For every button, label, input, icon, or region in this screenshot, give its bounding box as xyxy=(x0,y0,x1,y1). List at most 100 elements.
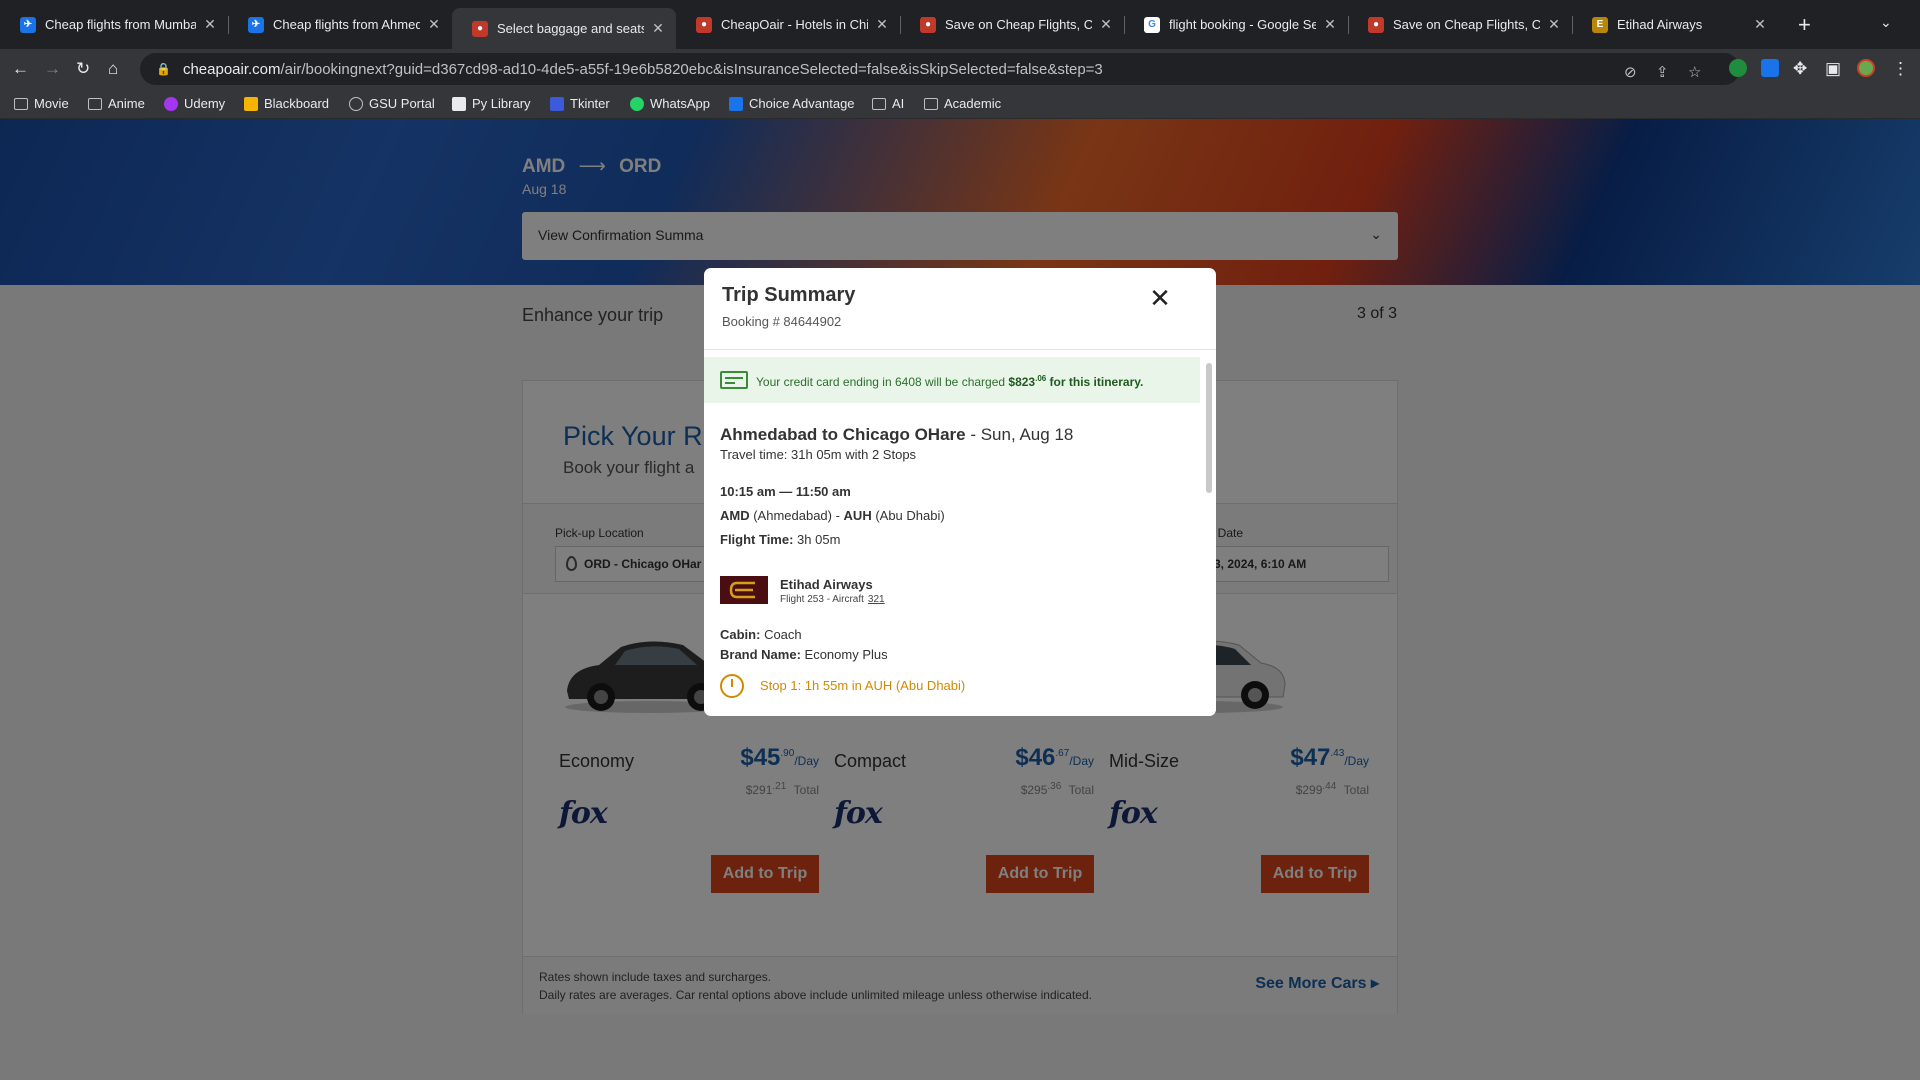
bookmark-label: GSU Portal xyxy=(369,96,435,111)
home-icon[interactable]: ⌂ xyxy=(108,59,118,79)
folder-icon xyxy=(872,97,886,110)
brand-label: Brand Name: xyxy=(720,647,801,662)
bookmark-ai[interactable]: AI xyxy=(872,96,904,111)
charge-cents: .06 xyxy=(1035,374,1047,383)
extension-icon[interactable] xyxy=(1761,59,1779,77)
choice-icon xyxy=(729,96,743,111)
flight-airports: AMD (Ahmedabad) - AUH (Abu Dhabi) xyxy=(720,508,945,523)
share-icon[interactable]: ⇪ xyxy=(1656,63,1669,81)
charge-amount: $823 xyxy=(1008,375,1036,389)
new-tab-button[interactable]: + xyxy=(1798,12,1811,38)
modal-body: Your credit card ending in 6408 will be … xyxy=(704,351,1200,716)
airline-name: Etihad Airways xyxy=(780,577,873,592)
sidepanel-icon[interactable]: ▣ xyxy=(1825,59,1841,79)
close-icon[interactable]: ✕ xyxy=(1322,16,1338,33)
eye-off-icon[interactable]: ⊘ xyxy=(1624,63,1637,81)
brand-name: Brand Name: Economy Plus xyxy=(720,647,888,662)
flight-info: Flight 253 - Aircraft 321 xyxy=(780,594,885,605)
menu-icon[interactable]: ⋮ xyxy=(1892,59,1909,79)
bookmarks-bar: Movie Anime Udemy Blackboard GSU Portal … xyxy=(0,89,1920,119)
bookmark-tkinter[interactable]: Tkinter xyxy=(550,96,610,111)
segment-title: Ahmedabad to Chicago OHare - Sun, Aug 18 xyxy=(720,425,1073,445)
google-icon: G xyxy=(1144,16,1160,33)
close-icon[interactable]: ✕ xyxy=(1752,16,1768,33)
flight-time: Flight Time: 3h 05m xyxy=(720,532,840,547)
flight-time-label: Flight Time: xyxy=(720,532,794,547)
cheapoair-icon: ● xyxy=(696,16,712,33)
tab-title: Cheap flights from Ahmeda xyxy=(273,17,420,32)
modal-header: Trip Summary Booking # 84644902 ✕ xyxy=(704,268,1216,350)
back-icon[interactable]: ← xyxy=(12,59,29,79)
close-icon[interactable]: ✕ xyxy=(1144,282,1176,314)
bookmark-udemy[interactable]: Udemy xyxy=(164,96,225,111)
close-icon[interactable]: ✕ xyxy=(650,20,666,37)
aircraft-link[interactable]: 321 xyxy=(868,594,885,605)
whatsapp-icon xyxy=(630,96,644,111)
bookmark-label: Anime xyxy=(108,96,145,111)
bookmark-gsu-portal[interactable]: GSU Portal xyxy=(349,96,435,111)
forward-icon[interactable]: → xyxy=(44,59,61,79)
segment-route: Ahmedabad to Chicago OHare xyxy=(720,425,966,444)
bookmark-py-library[interactable]: Py Library xyxy=(452,96,531,111)
departure-code: AMD xyxy=(720,508,750,523)
close-icon[interactable]: ✕ xyxy=(874,16,890,33)
close-icon[interactable]: ✕ xyxy=(1098,16,1114,33)
bookmark-label: Tkinter xyxy=(570,96,610,111)
bookmark-label: Udemy xyxy=(184,96,226,111)
arrival-city: (Abu Dhabi) xyxy=(871,508,945,523)
tab-save-cheap-flights-2[interactable]: ● Save on Cheap Flights, Che ✕ xyxy=(1348,8,1572,41)
globe-icon xyxy=(349,96,363,111)
etihad-icon: E xyxy=(1592,16,1608,33)
tab-google-search[interactable]: G flight booking - Google Sea ✕ xyxy=(1124,8,1348,41)
star-icon[interactable]: ☆ xyxy=(1688,63,1701,81)
avatar[interactable] xyxy=(1857,59,1875,77)
tab-title: flight booking - Google Sea xyxy=(1169,17,1316,32)
tab-search-chevron-icon[interactable]: ⌄ xyxy=(1880,14,1892,31)
lock-icon: 🔒 xyxy=(156,62,171,76)
close-icon[interactable]: ✕ xyxy=(1546,16,1562,33)
clock-icon xyxy=(720,674,744,698)
tab-cheapoair-hotels[interactable]: ● CheapOair - Hotels in Chica ✕ xyxy=(676,8,900,41)
bookmark-academic[interactable]: Academic xyxy=(924,96,1001,111)
tab-save-cheap-flights[interactable]: ● Save on Cheap Flights, Che ✕ xyxy=(900,8,1124,41)
reload-icon[interactable]: ↻ xyxy=(76,59,90,79)
tab-etihad[interactable]: E Etihad Airways ✕ xyxy=(1572,8,1778,41)
bookmark-label: AI xyxy=(892,96,905,111)
bookmark-choice-advantage[interactable]: Choice Advantage xyxy=(729,96,855,111)
cabin-value: Coach xyxy=(760,627,802,642)
url-domain: cheapoair.com xyxy=(182,60,281,78)
python-icon xyxy=(452,96,466,111)
bookmark-blackboard[interactable]: Blackboard xyxy=(244,96,329,111)
charge-text: Your credit card ending in 6408 will be … xyxy=(756,374,1143,389)
close-icon[interactable]: ✕ xyxy=(202,16,218,33)
bookmark-anime[interactable]: Anime xyxy=(88,96,145,111)
flight-time-value: 3h 05m xyxy=(793,532,841,547)
bookmark-movie[interactable]: Movie xyxy=(14,96,69,111)
extension-plus-icon[interactable] xyxy=(1729,59,1747,77)
puzzle-icon[interactable]: ✥ xyxy=(1793,59,1807,79)
bookmark-whatsapp[interactable]: WhatsApp xyxy=(630,96,710,111)
booking-number: Booking # 84644902 xyxy=(722,314,842,329)
address-bar[interactable]: 🔒 cheapoair.com/air/bookingnext?guid=d36… xyxy=(140,53,1740,85)
cheapoair-icon: ● xyxy=(1368,16,1384,33)
bookmark-label: Blackboard xyxy=(264,96,330,111)
tab-cheap-flights-ahmedabad[interactable]: ✈ Cheap flights from Ahmeda ✕ xyxy=(228,8,452,41)
flight-number: Flight 253 - Aircraft xyxy=(780,594,864,605)
stop-info: Stop 1: 1h 55m in AUH (Abu Dhabi) xyxy=(760,678,966,693)
close-icon[interactable]: ✕ xyxy=(426,16,442,33)
tab-cheap-flights-mumbai[interactable]: ✈ Cheap flights from Mumbai ✕ xyxy=(0,8,228,41)
tab-select-baggage[interactable]: ● Select baggage and seats ✕ xyxy=(452,8,676,49)
folder-icon xyxy=(88,97,102,110)
charge-banner: Your credit card ending in 6408 will be … xyxy=(704,357,1200,403)
modal-scrollbar-thumb[interactable] xyxy=(1206,363,1212,493)
cheapoair-icon: ● xyxy=(920,16,936,33)
cabin: Cabin: Coach xyxy=(720,627,802,642)
browser-toolbar: ← → ↻ ⌂ 🔒 cheapoair.com/air/bookingnext?… xyxy=(0,49,1920,89)
tab-title: CheapOair - Hotels in Chica xyxy=(721,17,868,32)
charge-prefix: Your credit card ending in 6408 will be … xyxy=(756,375,1009,389)
folder-icon xyxy=(14,97,28,110)
tab-strip: ✈ Cheap flights from Mumbai ✕ ✈ Cheap fl… xyxy=(0,0,1920,49)
modal-title: Trip Summary xyxy=(722,284,856,306)
bookmark-label: Academic xyxy=(944,96,1002,111)
tab-title: Select baggage and seats xyxy=(497,21,644,36)
